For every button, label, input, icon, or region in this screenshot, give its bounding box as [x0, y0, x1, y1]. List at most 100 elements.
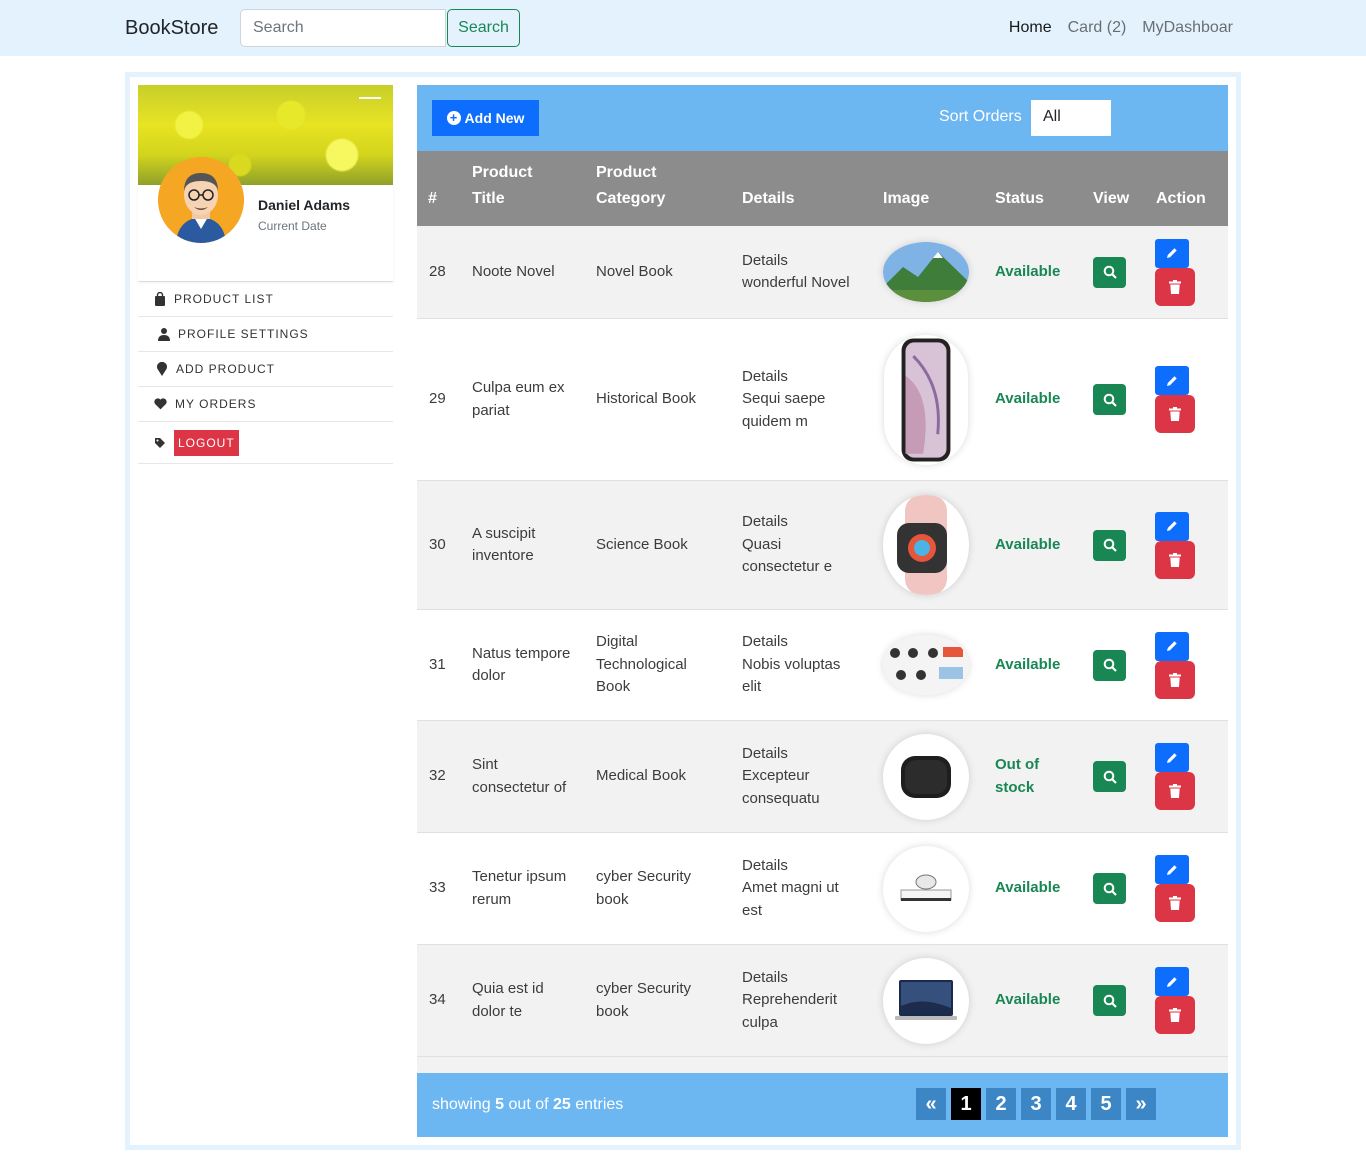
product-panel: + Add New Sort Orders All # Product Title… — [417, 85, 1228, 1137]
cell-line: cyber Security — [596, 868, 692, 885]
cell-line: stock — [995, 778, 1035, 796]
view-button[interactable] — [1093, 529, 1126, 561]
view-button[interactable] — [1093, 873, 1126, 904]
cell-details: Details Excepteur consequatu — [742, 721, 867, 832]
cell-line: Nobis voluptas — [742, 655, 841, 673]
search-button[interactable]: Search — [447, 9, 520, 47]
view-button[interactable] — [1093, 256, 1126, 288]
view-button[interactable] — [1093, 985, 1126, 1016]
sidebar-item-label: MY ORDERS — [175, 397, 257, 411]
page-button[interactable]: 4 — [1056, 1088, 1086, 1120]
delete-button[interactable] — [1155, 267, 1195, 306]
cell-line: Details — [742, 633, 788, 651]
brand-logo[interactable]: BookStore — [125, 17, 218, 40]
sort-select[interactable]: All — [1031, 100, 1111, 136]
delete-button[interactable] — [1155, 395, 1195, 433]
cell-image — [883, 226, 969, 318]
header-id: # — [428, 190, 437, 207]
sidebar-item-profile-settings[interactable]: PROFILE SETTINGS — [138, 316, 393, 351]
table-row: 28 Noote Novel Novel Book Details wonderf… — [417, 226, 1228, 319]
cell-details: Details Nobis voluptas elit — [742, 610, 867, 720]
cell-line: Available — [995, 535, 1061, 553]
game-console-image — [883, 845, 969, 932]
cell-line: Reprehenderit — [742, 991, 838, 1009]
cell-status: Available — [995, 226, 1085, 318]
header-status: Status — [995, 190, 1044, 207]
cell-details: Details wonderful Novel — [742, 226, 867, 318]
avatar — [158, 157, 244, 243]
delete-button[interactable] — [1155, 996, 1195, 1034]
edit-button[interactable] — [1155, 967, 1189, 996]
plus-circle-icon: + — [446, 111, 461, 125]
edit-button[interactable] — [1155, 743, 1189, 772]
edit-button[interactable] — [1155, 631, 1189, 661]
header-details: Details — [742, 190, 795, 207]
add-new-button[interactable]: + Add New — [432, 100, 539, 136]
cell-line: Historical Book — [596, 390, 697, 408]
sidebar-menu: PRODUCT LIST PROFILE SETTINGS ADD PRODUC… — [138, 281, 393, 464]
cell-line: Available — [995, 390, 1061, 408]
cell-line: Quasi — [742, 535, 782, 553]
delete-button[interactable] — [1155, 660, 1195, 699]
cell-status: Available — [995, 833, 1085, 944]
nav-dashboard-link[interactable]: MyDashboar — [1142, 19, 1233, 37]
nav-home-link[interactable]: Home — [1009, 19, 1052, 37]
delete-button[interactable] — [1155, 540, 1195, 579]
cell-id: 33 — [429, 879, 446, 897]
cell-id: 30 — [429, 535, 446, 553]
search-input[interactable] — [240, 9, 446, 47]
sidebar-item-product-list[interactable]: PRODUCT LIST — [138, 281, 393, 316]
header-category-line1: Product — [596, 164, 657, 181]
cell-line: est — [742, 901, 763, 919]
cell-category: Digital Technological Book — [596, 610, 726, 720]
toolbar: + Add New Sort Orders All — [417, 85, 1228, 151]
cell-line: Details — [742, 251, 788, 269]
cell-line: culpa — [742, 1013, 778, 1031]
page-prev-button[interactable]: « — [916, 1088, 946, 1120]
header-view: View — [1093, 190, 1130, 207]
view-button[interactable] — [1093, 384, 1126, 415]
cell-category: cyber Security book — [596, 833, 726, 944]
sidebar-item-logout[interactable]: LOGOUT — [138, 421, 393, 464]
page-button[interactable]: 2 — [986, 1088, 1016, 1120]
trash-icon — [1169, 672, 1181, 687]
search-icon — [1103, 393, 1117, 407]
edit-button[interactable] — [1155, 511, 1189, 541]
cell-title: Sint consectetur of — [472, 721, 592, 832]
page-next-button[interactable]: » — [1126, 1088, 1156, 1120]
table-row: 29 Culpa eum ex pariat Historical Book De… — [417, 319, 1228, 481]
page-button[interactable]: 3 — [1021, 1088, 1051, 1120]
showing-total: 25 — [553, 1096, 571, 1113]
cell-view — [1093, 945, 1127, 1056]
edit-button[interactable] — [1155, 366, 1189, 395]
delete-button[interactable] — [1155, 772, 1195, 810]
delete-button[interactable] — [1155, 884, 1195, 922]
sidebar-item-add-product[interactable]: ADD PRODUCT — [138, 351, 393, 386]
cell-category: cyber Security book — [596, 945, 726, 1056]
cell-status: Available — [995, 945, 1085, 1056]
edit-button[interactable] — [1155, 855, 1189, 884]
speaker-image — [883, 733, 969, 820]
pencil-icon — [1167, 521, 1177, 531]
cell-category: Historical Book — [596, 319, 726, 480]
view-button[interactable] — [1093, 649, 1126, 681]
cell-action — [1155, 319, 1197, 480]
sidebar-item-label: PRODUCT LIST — [174, 292, 274, 306]
view-button[interactable] — [1093, 761, 1126, 792]
logout-button[interactable]: LOGOUT — [174, 429, 239, 456]
cell-action — [1155, 833, 1197, 944]
showing-count: 5 — [495, 1096, 505, 1113]
sidebar-item-my-orders[interactable]: MY ORDERS — [138, 386, 393, 421]
sort-label: Sort Orders — [939, 108, 1022, 125]
nav-cart-link[interactable]: Card (2) — [1068, 19, 1127, 37]
edit-button[interactable] — [1155, 238, 1189, 268]
cell-image — [883, 610, 969, 720]
page-button[interactable]: 1 — [951, 1088, 981, 1120]
page-button[interactable]: 5 — [1091, 1088, 1121, 1120]
cell-line: Amet magni ut — [742, 879, 839, 897]
shopping-bag-icon — [155, 292, 165, 306]
cell-line: book — [596, 890, 629, 908]
search-icon — [1103, 994, 1117, 1008]
showing-prefix: showing — [432, 1096, 491, 1113]
cell-title: Noote Novel — [472, 226, 592, 318]
